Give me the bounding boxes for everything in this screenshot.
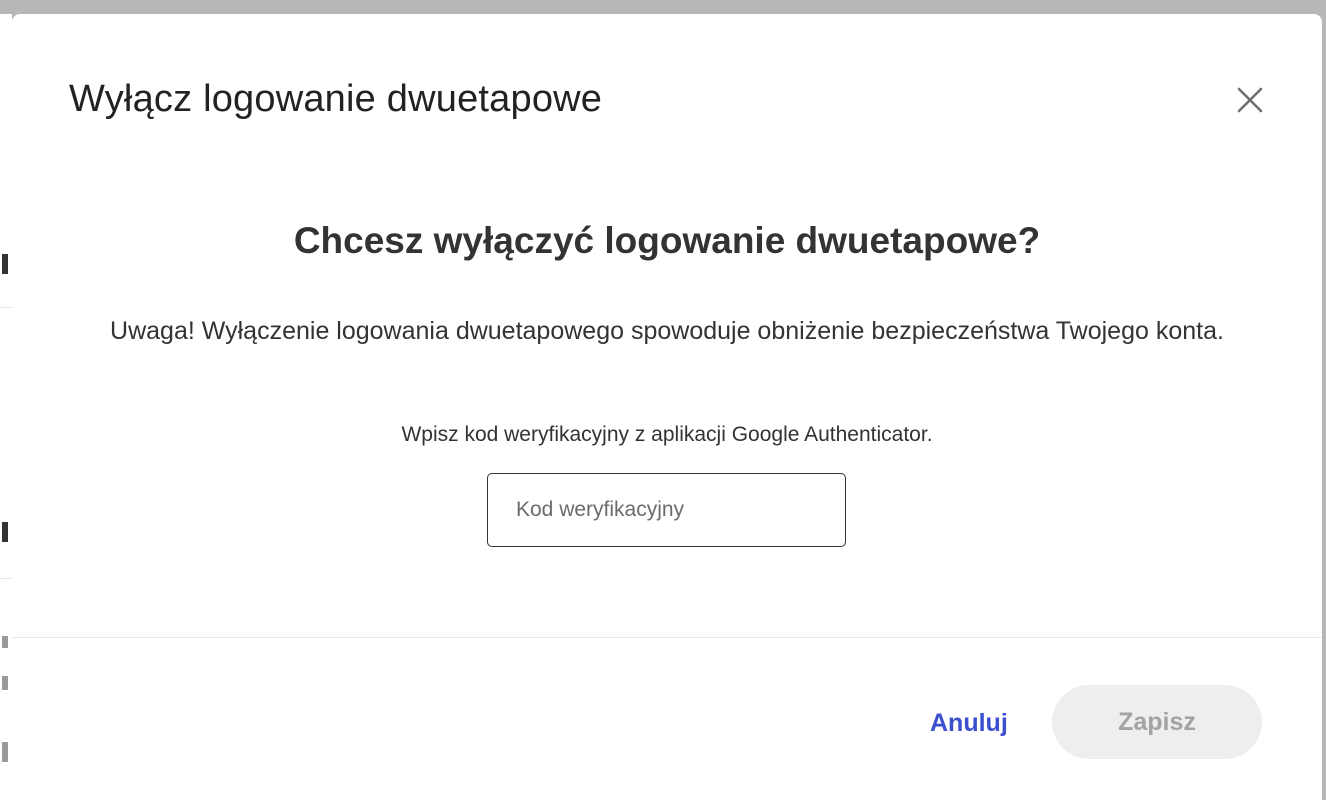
background-text-fragment — [2, 522, 8, 542]
background-text-fragment — [2, 742, 8, 762]
footer-divider — [12, 637, 1322, 638]
close-button[interactable] — [1230, 80, 1270, 120]
save-button[interactable]: Zapisz — [1052, 685, 1262, 759]
confirmation-heading: Chcesz wyłączyć logowanie dwuetapowe? — [293, 220, 1041, 261]
background-text-fragment — [2, 636, 8, 648]
dialog-title: Wyłącz logowanie dwuetapowe — [69, 78, 603, 120]
cancel-button[interactable]: Anuluj — [912, 700, 1026, 746]
disable-2fa-dialog: Wyłącz logowanie dwuetapowe Chcesz wyłąc… — [12, 14, 1322, 800]
verification-instruction: Wpisz kod weryfikacyjny z aplikacji Goog… — [401, 423, 933, 446]
background-page — [0, 14, 12, 800]
verification-code-input[interactable] — [487, 473, 846, 547]
background-text-fragment — [2, 676, 8, 690]
background-text-fragment — [2, 254, 8, 274]
security-warning-text: Uwaga! Wyłączenie logowania dwuetapowego… — [110, 317, 1224, 345]
background-divider — [0, 307, 12, 308]
background-divider — [0, 578, 12, 579]
close-icon — [1237, 87, 1263, 113]
